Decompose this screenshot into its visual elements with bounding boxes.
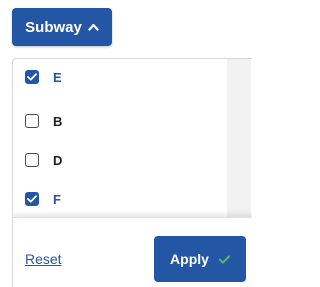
option-b[interactable]: B	[25, 109, 62, 133]
option-label: D	[53, 152, 63, 168]
checkbox-unchecked-icon[interactable]	[25, 114, 39, 128]
checkbox-checked-icon[interactable]	[25, 192, 39, 206]
subway-filter-label: Subway	[25, 18, 82, 36]
filter-dropdown-panel: E B D F Reset Apply	[12, 58, 252, 287]
option-f[interactable]: F	[25, 187, 61, 211]
option-e[interactable]: E	[25, 65, 62, 89]
checkbox-checked-icon[interactable]	[25, 70, 39, 84]
checkmark-icon	[218, 251, 230, 267]
dropdown-footer: Reset Apply	[13, 217, 252, 287]
apply-label: Apply	[170, 251, 209, 267]
option-label: F	[53, 191, 61, 207]
apply-button[interactable]: Apply	[154, 236, 246, 282]
option-label: E	[53, 69, 62, 85]
subway-filter-button[interactable]: Subway	[12, 8, 112, 46]
option-d[interactable]: D	[25, 148, 62, 172]
option-label: B	[53, 113, 63, 129]
checkbox-unchecked-icon[interactable]	[25, 153, 39, 167]
options-list: E B D F	[13, 59, 225, 217]
reset-link[interactable]: Reset	[25, 251, 62, 267]
scrollbar-track[interactable]	[227, 59, 251, 217]
chevron-up-icon	[88, 23, 99, 31]
